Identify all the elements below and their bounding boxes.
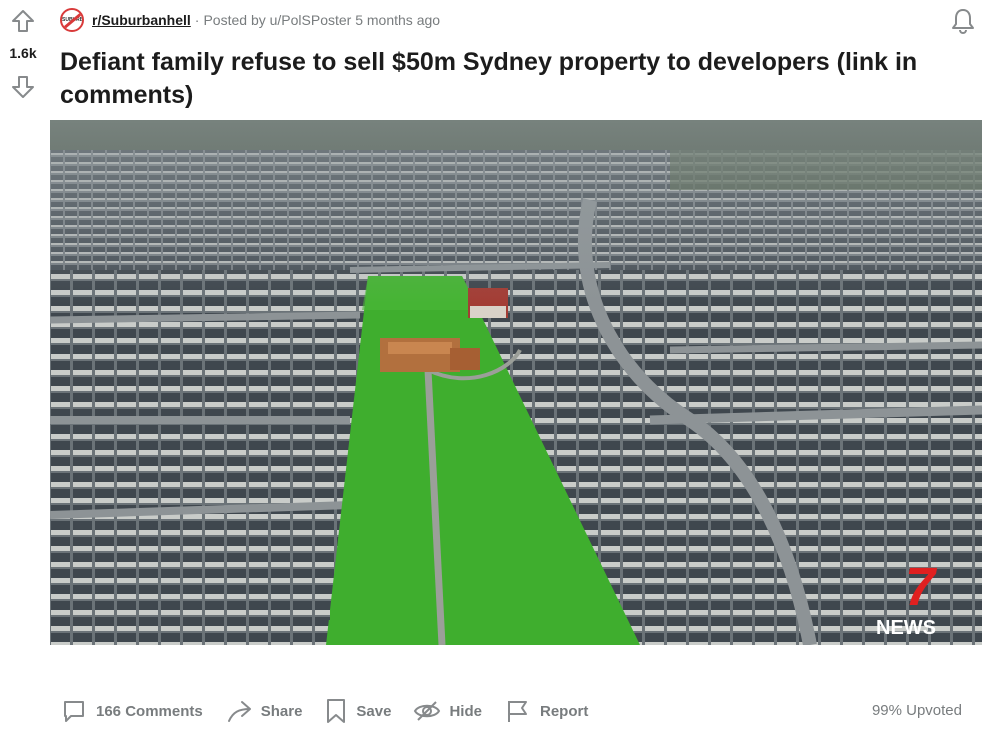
- hide-label: Hide: [449, 702, 482, 720]
- post-actions: 166 Comments Share Save Hide Report: [60, 692, 610, 730]
- hide-eye-icon: [414, 701, 441, 721]
- notification-bell-icon[interactable]: [948, 6, 978, 36]
- share-button[interactable]: Share: [225, 697, 303, 725]
- aerial-suburb-illustration: 7 NEWS: [50, 120, 982, 645]
- post-title[interactable]: Defiant family refuse to sell $50m Sydne…: [60, 46, 960, 112]
- posted-by[interactable]: Posted by u/PolSPoster 5 months ago: [203, 12, 440, 28]
- post-meta: SUBURBS r/Suburbanhell · Posted by u/Pol…: [60, 6, 440, 34]
- subreddit-icon[interactable]: SUBURBS: [60, 8, 84, 32]
- comments-label: 166 Comments: [96, 702, 203, 720]
- upvote-ratio: 99% Upvoted: [871, 702, 962, 719]
- comments-button[interactable]: 166 Comments: [60, 697, 203, 725]
- meta-separator: ·: [194, 12, 200, 28]
- watermark-text: NEWS: [876, 617, 936, 639]
- hide-button[interactable]: Hide: [413, 697, 482, 725]
- vote-count: 1.6k: [9, 45, 37, 61]
- save-label: Save: [356, 702, 392, 720]
- comment-icon: [64, 701, 84, 722]
- report-label: Report: [539, 702, 589, 720]
- post-image[interactable]: 7 NEWS: [50, 120, 982, 645]
- downvote-arrow-icon[interactable]: [10, 74, 36, 100]
- vote-column: 1.6k: [0, 0, 46, 120]
- bookmark-icon: [327, 699, 346, 723]
- flag-icon: [507, 701, 527, 722]
- share-label: Share: [260, 702, 303, 720]
- share-icon: [227, 701, 251, 722]
- report-button[interactable]: Report: [504, 697, 588, 725]
- upvote-arrow-icon[interactable]: [10, 8, 36, 34]
- save-button[interactable]: Save: [324, 697, 391, 725]
- subreddit-link[interactable]: r/Suburbanhell: [92, 12, 191, 28]
- watermark-number: 7: [905, 557, 938, 617]
